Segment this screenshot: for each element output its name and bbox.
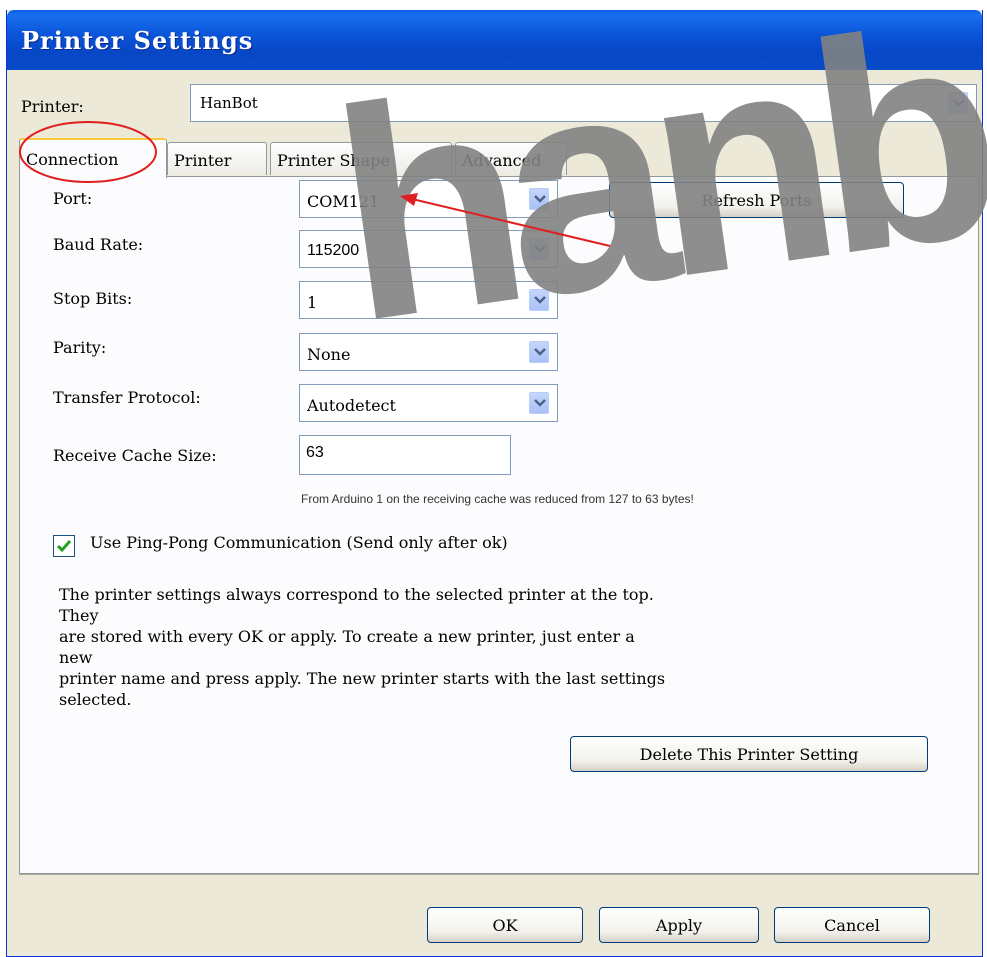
checkmark-icon [56, 540, 72, 553]
printer-select-value: HanBot [200, 94, 258, 112]
tab-connection-label: Connection [26, 150, 119, 169]
pingpong-label[interactable]: Use Ping-Pong Communication (Send only a… [90, 533, 508, 552]
baud-dropdown-button[interactable] [529, 238, 549, 260]
printer-settings-window: Printer Settings Printer: HanBot Connect… [6, 10, 983, 957]
title-bar[interactable]: Printer Settings [7, 10, 982, 70]
info-line: new [59, 648, 93, 667]
tab-printer-label: Printer [174, 151, 232, 170]
tab-connection[interactable]: Connection [19, 138, 167, 178]
chevron-down-icon [534, 296, 546, 304]
cancel-button[interactable]: Cancel [774, 907, 930, 943]
receive-cache-value: 63 [306, 444, 324, 461]
parity-dropdown-button[interactable] [529, 341, 549, 363]
footer-divider [19, 874, 979, 875]
tab-printer-shape[interactable]: Printer Shape [270, 142, 452, 175]
tab-advanced-label: Advanced [462, 151, 542, 170]
receive-cache-input[interactable]: 63 [299, 435, 511, 475]
receive-cache-label: Receive Cache Size: [53, 446, 217, 465]
ok-button[interactable]: OK [427, 907, 583, 943]
stop-bits-label: Stop Bits: [53, 289, 133, 308]
port-dropdown-button[interactable] [529, 188, 549, 210]
chevron-down-icon [534, 399, 546, 407]
tab-advanced[interactable]: Advanced [455, 142, 567, 175]
stop-bits-value: 1 [307, 293, 318, 312]
cache-hint: From Arduino 1 on the receiving cache wa… [301, 492, 694, 506]
baud-rate-label: Baud Rate: [53, 235, 144, 254]
chevron-down-icon [953, 99, 965, 107]
info-line: printer name and press apply. The new pr… [59, 669, 666, 688]
tab-printer[interactable]: Printer [167, 142, 267, 175]
window-title: Printer Settings [21, 26, 254, 55]
transfer-protocol-value: Autodetect [307, 396, 396, 415]
baud-rate-select[interactable]: 115200 [299, 230, 558, 268]
port-value: COM121 [307, 192, 380, 211]
info-line: The printer settings always correspond t… [59, 585, 654, 604]
chevron-down-icon [534, 245, 546, 253]
protocol-dropdown-button[interactable] [529, 392, 549, 414]
tab-printer-shape-label: Printer Shape [277, 151, 390, 170]
parity-select[interactable]: None [299, 333, 558, 371]
apply-button[interactable]: Apply [599, 907, 759, 943]
info-line: selected. [59, 690, 132, 709]
refresh-ports-button[interactable]: Refresh Ports [609, 182, 904, 218]
chevron-down-icon [534, 195, 546, 203]
info-line: are stored with every OK or apply. To cr… [59, 627, 635, 646]
parity-value: None [307, 345, 351, 364]
info-line: They [59, 606, 99, 625]
printer-dropdown-button[interactable] [948, 92, 968, 114]
parity-label: Parity: [53, 338, 107, 357]
baud-rate-value: 115200 [307, 242, 360, 259]
printer-label: Printer: [21, 97, 84, 116]
stop-dropdown-button[interactable] [529, 289, 549, 311]
port-label: Port: [53, 189, 93, 208]
chevron-down-icon [534, 348, 546, 356]
info-text: The printer settings always correspond t… [59, 584, 971, 710]
transfer-protocol-label: Transfer Protocol: [53, 388, 201, 407]
stop-bits-select[interactable]: 1 [299, 281, 558, 319]
pingpong-checkbox[interactable] [53, 535, 75, 557]
printer-select[interactable]: HanBot [190, 84, 977, 122]
delete-printer-setting-button[interactable]: Delete This Printer Setting [570, 736, 928, 772]
transfer-protocol-select[interactable]: Autodetect [299, 384, 558, 422]
port-select[interactable]: COM121 [299, 180, 558, 218]
